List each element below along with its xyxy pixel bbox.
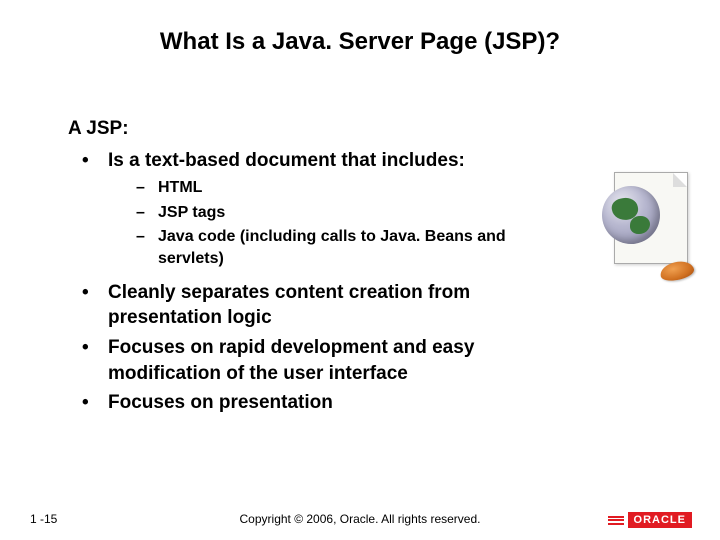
sub-item: – Java code (including calls to Java. Be… (136, 226, 670, 269)
slide-content: A JSP: • Is a text-based document that i… (50, 116, 670, 416)
sub-text: HTML (158, 177, 670, 199)
bullet-item: • Focuses on presentation (68, 390, 670, 416)
sub-item: – HTML (136, 177, 670, 199)
slide-title: What Is a Java. Server Page (JSP)? (50, 28, 670, 56)
sub-marker: – (136, 202, 158, 224)
bullet-text: Is a text-based document that includes: (108, 148, 670, 174)
intro-text: A JSP: (68, 116, 670, 142)
bullet-item: • Cleanly separates content creation fro… (68, 280, 670, 331)
sub-item: – JSP tags (136, 202, 670, 224)
sub-marker: – (136, 226, 158, 269)
decorative-graphic (596, 172, 688, 284)
bullet-marker: • (68, 280, 108, 331)
globe-icon (602, 186, 660, 244)
bullet-text: Cleanly separates content creation from … (108, 280, 670, 331)
bullet-item: • Focuses on rapid development and easy … (68, 335, 670, 386)
bullet-marker: • (68, 148, 108, 174)
oracle-logo: ORACLE (608, 512, 692, 528)
sub-list: – HTML – JSP tags – Java code (including… (68, 177, 670, 269)
bullet-marker: • (68, 390, 108, 416)
sub-text: Java code (including calls to Java. Bean… (158, 226, 670, 269)
oracle-logo-text: ORACLE (628, 512, 692, 528)
bullet-text: Focuses on rapid development and easy mo… (108, 335, 670, 386)
sub-text: JSP tags (158, 202, 670, 224)
slide: What Is a Java. Server Page (JSP)? A JSP… (0, 0, 720, 540)
bullet-marker: • (68, 335, 108, 386)
sub-marker: – (136, 177, 158, 199)
bullet-item: • Is a text-based document that includes… (68, 148, 670, 174)
bullet-text: Focuses on presentation (108, 390, 670, 416)
footer: 1 -15 Copyright © 2006, Oracle. All righ… (0, 502, 720, 526)
